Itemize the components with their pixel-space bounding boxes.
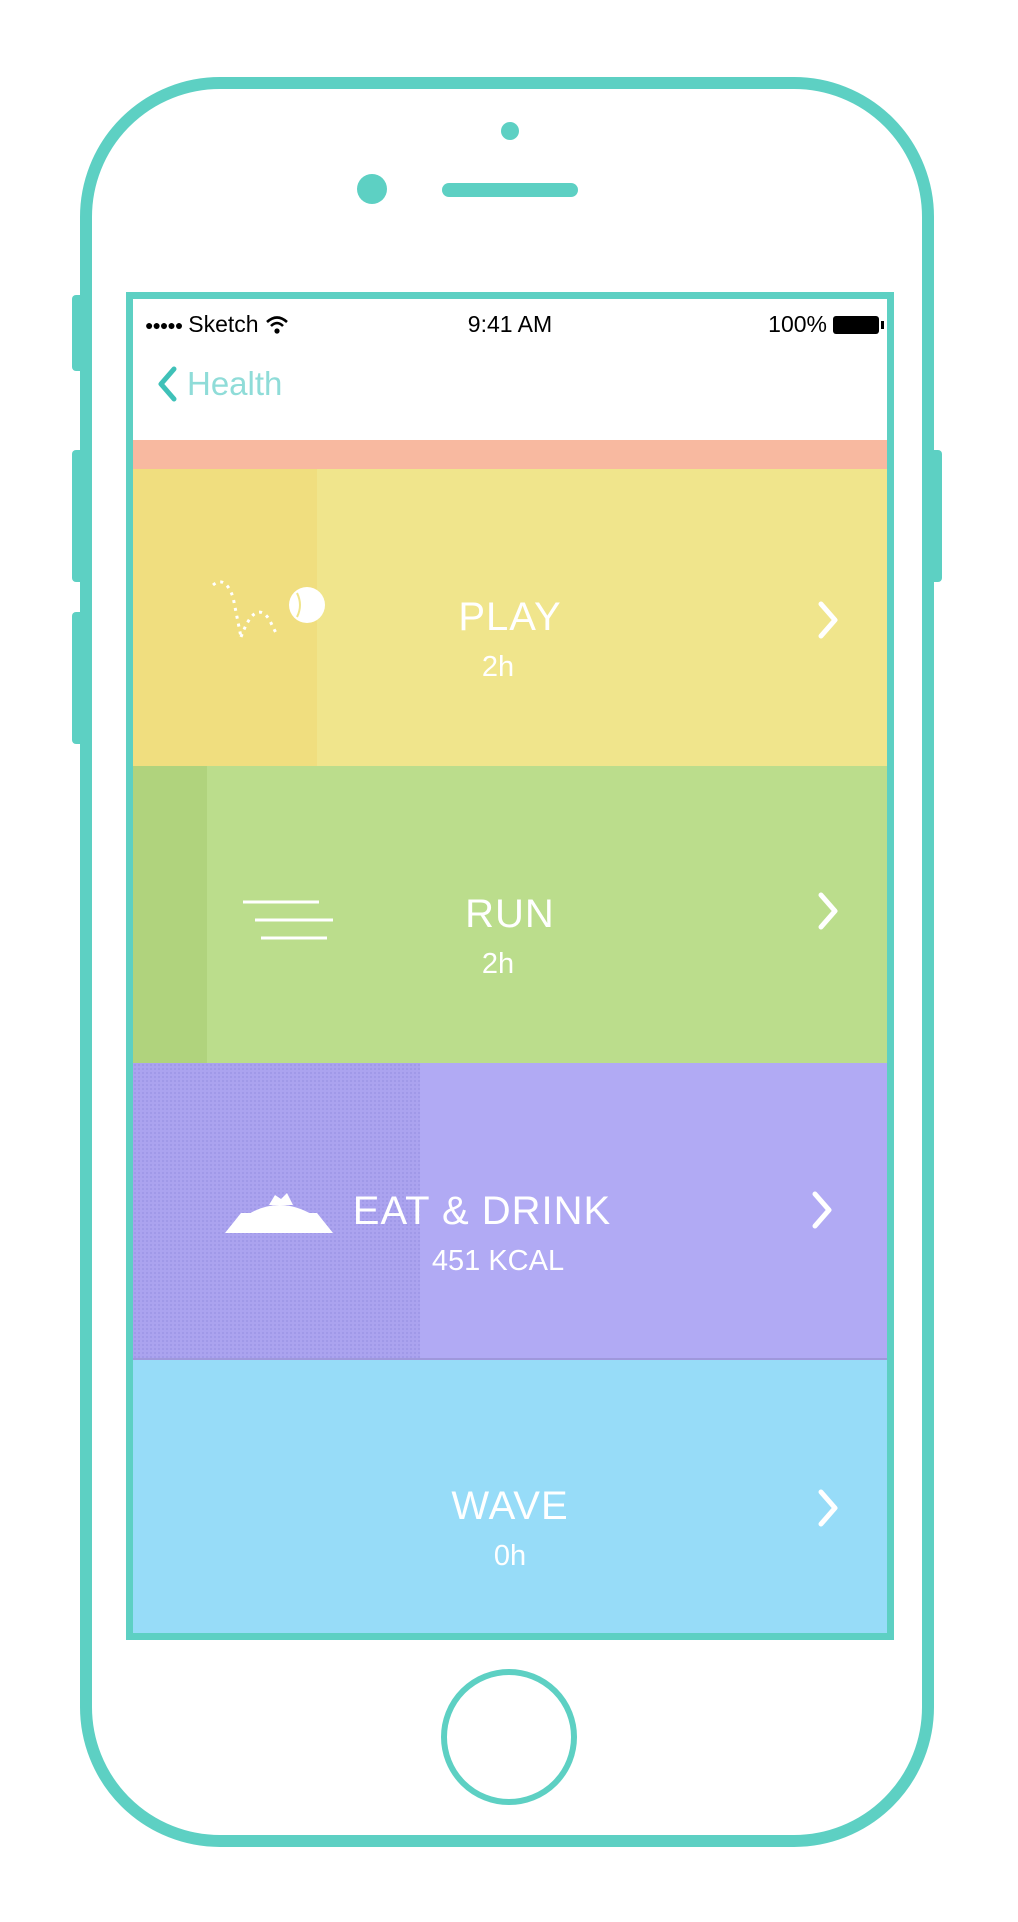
proximity-sensor	[501, 122, 519, 140]
chevron-right-icon	[818, 1489, 838, 1527]
activity-row-run[interactable]: RUN 2h	[133, 766, 887, 1063]
chevron-right-icon	[812, 1191, 832, 1229]
front-camera	[357, 174, 387, 204]
activity-row-play[interactable]: PLAY 2h	[133, 469, 887, 766]
activity-row-wave[interactable]: WAVE 0h	[133, 1360, 887, 1633]
chevron-left-icon	[158, 366, 177, 402]
battery-icon	[833, 315, 884, 334]
activity-value: 451 KCAL	[431, 1245, 565, 1277]
activity-title: WAVE	[451, 1484, 569, 1528]
activity-value: 0h	[493, 1540, 527, 1572]
back-button-label: Health	[187, 365, 283, 402]
activity-title: EAT & DRINK	[352, 1189, 612, 1233]
chevron-right-icon	[818, 601, 838, 639]
status-right: 100%	[768, 311, 884, 338]
battery-percent: 100%	[768, 311, 827, 337]
activity-value: 2h	[481, 948, 515, 980]
earpiece-speaker	[442, 183, 578, 197]
activity-title: PLAY	[458, 595, 562, 639]
home-button[interactable]	[441, 1669, 577, 1805]
coral-strip	[133, 440, 887, 469]
phone-screen: ●●●●● Sketch 9:41 AM 100% Health PLAY 2h…	[126, 292, 894, 1640]
status-bar: ●●●●● Sketch 9:41 AM 100%	[133, 299, 887, 338]
back-button[interactable]: Health	[157, 365, 282, 403]
chevron-right-icon	[818, 892, 838, 930]
activity-value: 2h	[481, 651, 515, 683]
activity-row-eat-drink[interactable]: EAT & DRINK 451 KCAL	[133, 1063, 887, 1360]
navigation-bar: Health	[133, 359, 887, 419]
activity-title: RUN	[465, 892, 555, 936]
